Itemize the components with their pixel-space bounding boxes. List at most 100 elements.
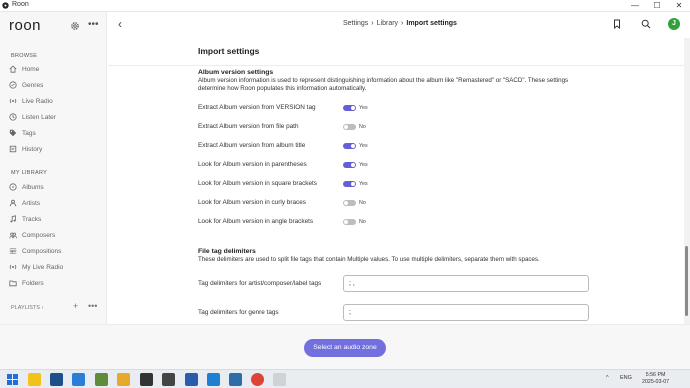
window-controls: — ☐ ✕ — [624, 0, 690, 12]
roon-taskbar-icon[interactable] — [273, 373, 286, 386]
settings-content: Import settings Album version settings A… — [108, 38, 684, 324]
setting-label: Look for Album version in angle brackets — [198, 218, 314, 225]
delimiters-title: File tag delimiters — [198, 248, 256, 255]
now-playing-bar: Select an audio zone — [0, 324, 690, 369]
album-icon — [9, 183, 17, 191]
setting-label: Extract Album version from VERSION tag — [198, 104, 316, 111]
user-avatar[interactable]: J — [668, 18, 680, 30]
sidebar-item-label: Tracks — [22, 215, 42, 223]
toggle-parentheses[interactable] — [343, 162, 356, 168]
explorer-icon[interactable] — [28, 373, 41, 386]
toggle-value: No — [359, 124, 366, 130]
chrome-icon[interactable] — [251, 373, 264, 386]
genres-icon — [9, 81, 17, 89]
playlist-more-icon[interactable]: ••• — [88, 301, 97, 311]
genre-delimiters-input[interactable]: ; — [343, 304, 589, 321]
sidebar-item-history[interactable]: History — [9, 143, 101, 155]
sidebar: roon ••• BROWSE Home Genres Live Radio L… — [0, 12, 107, 324]
sidebar-item-home[interactable]: Home — [9, 63, 101, 75]
title-bar: Roon — ☐ ✕ — [0, 0, 690, 12]
sidebar-item-composers[interactable]: Composers — [9, 229, 101, 241]
delimiters-description: These delimiters are used to split file … — [198, 256, 540, 263]
word-icon[interactable] — [185, 373, 198, 386]
toggle-file-path[interactable] — [343, 124, 356, 130]
sidebar-item-label: Live Radio — [22, 97, 53, 105]
history-icon — [9, 145, 17, 153]
breadcrumb-settings[interactable]: Settings — [343, 20, 368, 27]
app-icon[interactable] — [72, 373, 85, 386]
clock-time: 5:56 PM — [645, 372, 666, 378]
settings-gear-icon[interactable] — [70, 21, 80, 31]
setting-label: Extract Album version from file path — [198, 123, 299, 130]
sidebar-item-albums[interactable]: Albums — [9, 181, 101, 193]
mail-icon[interactable] — [207, 373, 220, 386]
clock[interactable]: 5:56 PM 2025-03-07 — [642, 372, 669, 386]
scrollbar-thumb[interactable] — [685, 246, 688, 316]
tag-icon — [9, 129, 17, 137]
breadcrumb-separator: › — [401, 20, 404, 27]
breadcrumb-separator: › — [371, 20, 374, 27]
sidebar-item-tags[interactable]: Tags — [9, 127, 101, 139]
toggle-curly-braces[interactable] — [343, 200, 356, 206]
roon-app-icon — [2, 2, 9, 9]
toggle-album-title[interactable] — [343, 143, 356, 149]
playlists-section-label[interactable]: PLAYLISTS › — [11, 305, 43, 311]
app-icon[interactable] — [95, 373, 108, 386]
setting-label: Look for Album version in square bracket… — [198, 180, 317, 187]
sidebar-item-tracks[interactable]: Tracks — [9, 213, 101, 225]
app-icon[interactable] — [229, 373, 242, 386]
tray-arrow-icon[interactable]: ^ — [606, 375, 609, 381]
scrollbar[interactable] — [684, 38, 690, 324]
artist-icon — [9, 199, 17, 207]
language-indicator[interactable]: ENG — [620, 375, 632, 381]
sidebar-item-live-radio[interactable]: Live Radio — [9, 95, 101, 107]
toggle-version-tag[interactable] — [343, 105, 356, 111]
sidebar-item-genres[interactable]: Genres — [9, 79, 101, 91]
search-icon[interactable] — [641, 19, 651, 29]
sidebar-item-label: Albums — [22, 183, 44, 191]
roon-logo: roon — [9, 17, 42, 34]
select-audio-zone-button[interactable]: Select an audio zone — [304, 339, 386, 357]
page-title: Import settings — [198, 46, 260, 56]
sidebar-item-compositions[interactable]: Compositions — [9, 245, 101, 257]
setting-label: Tag delimiters for genre tags — [198, 309, 279, 316]
app-icon[interactable] — [140, 373, 153, 386]
app-icon[interactable] — [117, 373, 130, 386]
header: ‹ Settings › Library › Import settings J — [108, 12, 690, 38]
more-options-icon[interactable]: ••• — [88, 19, 99, 30]
setting-label: Look for Album version in curly braces — [198, 199, 306, 206]
back-button[interactable]: ‹ — [118, 17, 122, 31]
setting-label: Tag delimiters for artist/composer/label… — [198, 280, 322, 287]
add-playlist-icon[interactable]: + — [73, 301, 78, 311]
sidebar-item-label: Home — [22, 65, 40, 73]
radio-icon — [9, 98, 17, 104]
app-icon[interactable] — [50, 373, 63, 386]
sidebar-item-label: Composers — [22, 231, 56, 239]
sidebar-item-listen-later[interactable]: Listen Later — [9, 111, 101, 123]
toggle-square-brackets[interactable] — [343, 181, 356, 187]
maximize-button[interactable]: ☐ — [646, 0, 668, 12]
track-icon — [10, 215, 16, 223]
radio-icon — [9, 264, 17, 270]
sidebar-item-label: Tags — [22, 129, 36, 137]
close-button[interactable]: ✕ — [668, 0, 690, 12]
minimize-button[interactable]: — — [624, 0, 646, 12]
artist-delimiters-input[interactable]: ; , — [343, 275, 589, 292]
toggle-value: Yes — [359, 143, 368, 149]
sidebar-item-label: History — [22, 145, 43, 153]
composition-icon — [9, 248, 17, 254]
toggle-angle-brackets[interactable] — [343, 219, 356, 225]
app-icon[interactable] — [162, 373, 175, 386]
sidebar-item-my-live-radio[interactable]: My Live Radio — [9, 261, 101, 273]
toggle-value: Yes — [359, 181, 368, 187]
clock-date: 2025-03-07 — [642, 379, 670, 385]
bookmark-icon[interactable] — [612, 19, 622, 29]
listen-later-icon — [9, 113, 17, 121]
sidebar-item-artists[interactable]: Artists — [9, 197, 101, 209]
start-icon[interactable] — [6, 373, 19, 386]
sidebar-item-folders[interactable]: Folders — [9, 277, 101, 289]
setting-label: Extract Album version from album title — [198, 142, 306, 149]
sidebar-item-label: Listen Later — [22, 113, 56, 121]
library-section-label: MY LIBRARY — [11, 170, 48, 176]
breadcrumb-library[interactable]: Library — [377, 20, 398, 27]
